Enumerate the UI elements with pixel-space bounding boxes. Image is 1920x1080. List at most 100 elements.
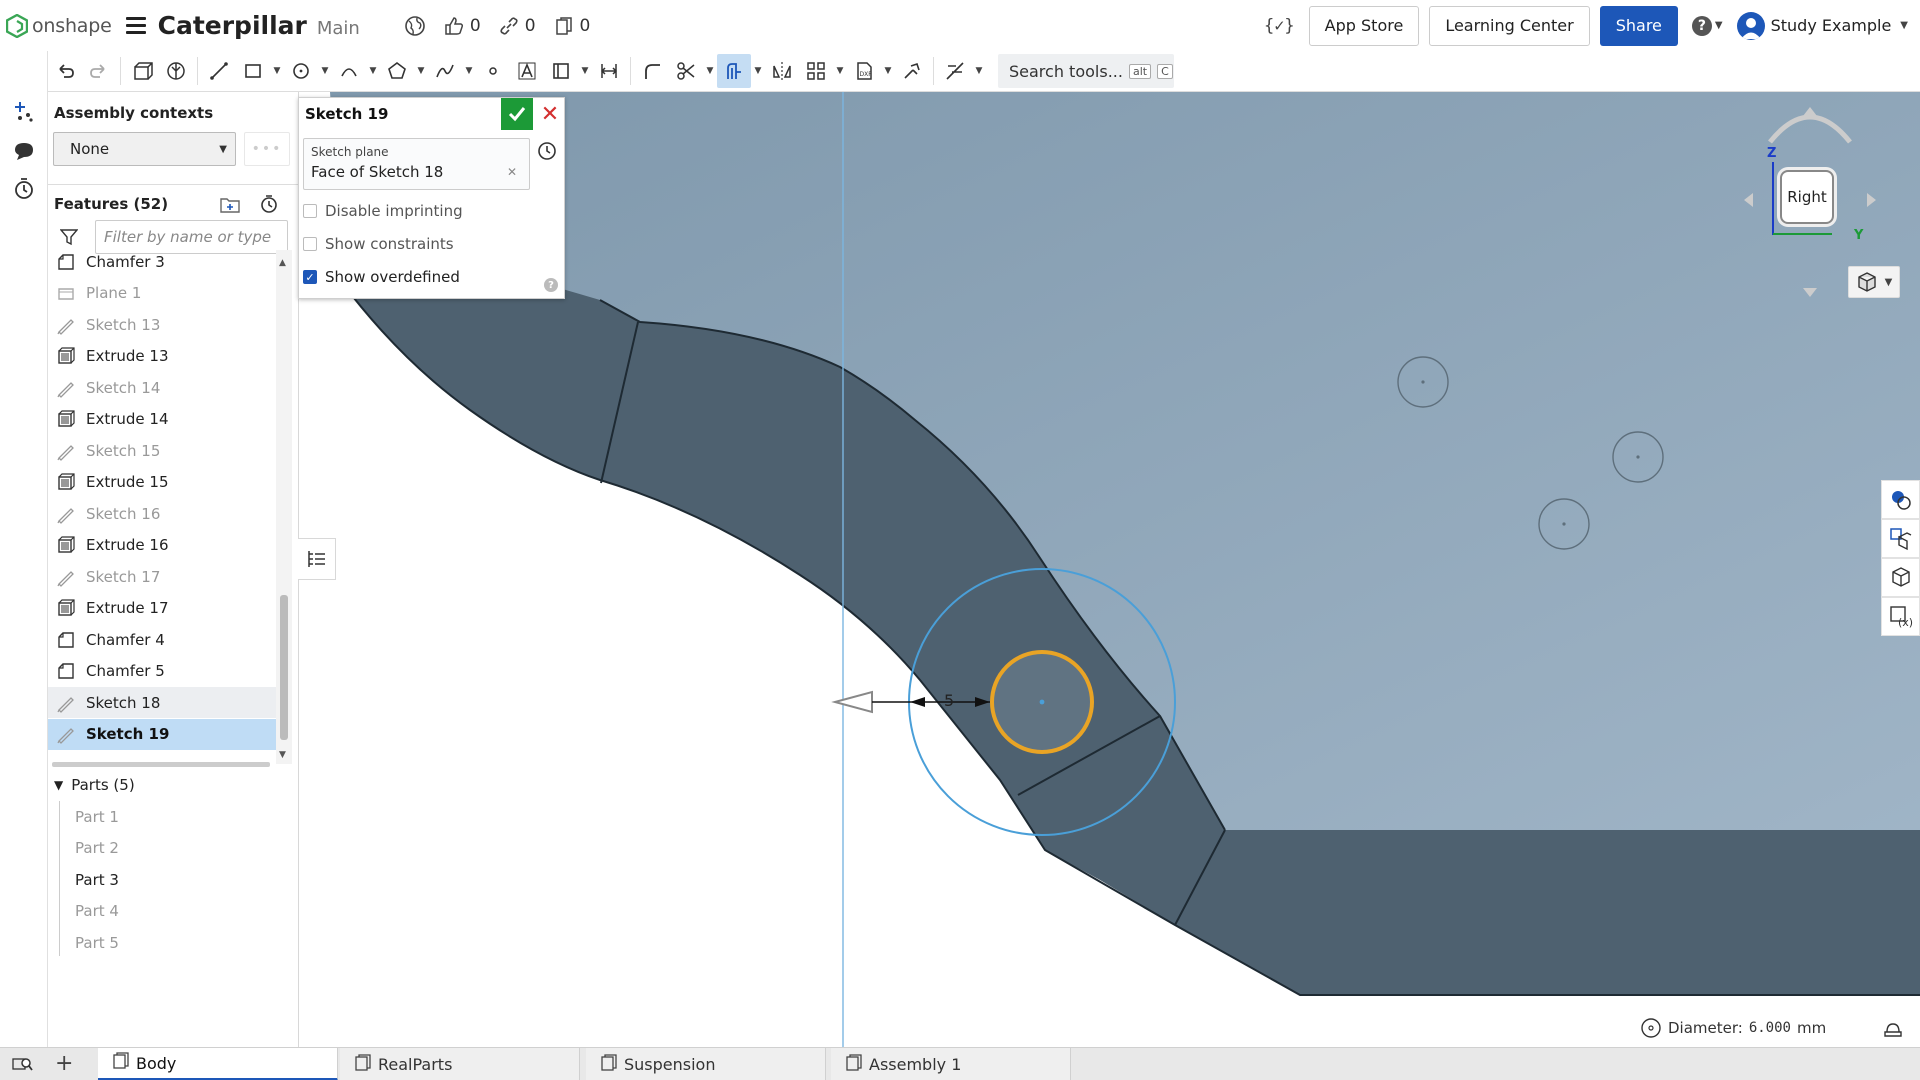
- tab-suspension[interactable]: Suspension: [586, 1048, 826, 1080]
- feature-item[interactable]: Sketch 15: [48, 435, 276, 466]
- feature-item[interactable]: Extrude 15: [48, 467, 276, 498]
- history-icon[interactable]: [12, 177, 36, 201]
- dimension-value[interactable]: 5: [944, 691, 954, 710]
- feature-item[interactable]: Extrude 13: [48, 341, 276, 372]
- clear-icon[interactable]: ✕: [507, 165, 517, 179]
- variables-panel-button[interactable]: (x): [1881, 597, 1920, 636]
- branch-name[interactable]: Main: [317, 18, 360, 39]
- help-menu[interactable]: ? ▼: [1691, 15, 1723, 36]
- pattern-tool-icon[interactable]: [799, 54, 833, 88]
- scroll-thumb[interactable]: [280, 595, 288, 740]
- onshape-logo[interactable]: onshape: [6, 13, 112, 38]
- filter-icon[interactable]: [60, 228, 78, 246]
- text-tool-icon[interactable]: [510, 54, 544, 88]
- feature-item[interactable]: Extrude 14: [48, 404, 276, 435]
- chevron-down-icon[interactable]: ▼: [881, 66, 895, 76]
- chevron-down-icon[interactable]: ▼: [270, 66, 284, 76]
- circle-tool-icon[interactable]: [284, 54, 318, 88]
- learning-center-button[interactable]: Learning Center: [1429, 5, 1590, 46]
- arc-tool-icon[interactable]: [332, 54, 366, 88]
- undo-button[interactable]: [48, 54, 82, 88]
- revolve-tool-icon[interactable]: [159, 54, 193, 88]
- app-store-button[interactable]: App Store: [1308, 5, 1420, 46]
- comment-icon[interactable]: [12, 139, 36, 163]
- chevron-down-icon[interactable]: ▼: [972, 66, 986, 76]
- parts-panel-button[interactable]: [1881, 519, 1920, 558]
- dimension-tool-icon[interactable]: [592, 54, 626, 88]
- insert-icon[interactable]: [12, 99, 36, 123]
- feature-item[interactable]: Sketch 18: [48, 687, 276, 718]
- option-checkbox-row[interactable]: Disable imprinting: [303, 200, 463, 222]
- appearance-panel-button[interactable]: [1881, 480, 1920, 519]
- use-tool-icon[interactable]: [717, 54, 751, 88]
- scroll-up-icon[interactable]: ▲: [279, 258, 286, 268]
- feature-item[interactable]: Extrude 17: [48, 593, 276, 624]
- view-normal-icon[interactable]: [536, 140, 558, 162]
- horizontal-scrollbar[interactable]: [52, 762, 270, 767]
- option-checkbox-row[interactable]: Show constraints: [303, 233, 454, 255]
- feature-item[interactable]: Chamfer 4: [48, 624, 276, 655]
- render-mode-button[interactable]: ▼: [1848, 266, 1900, 298]
- add-folder-icon[interactable]: [219, 194, 241, 214]
- part-item[interactable]: Part 4: [75, 896, 119, 927]
- chevron-down-icon[interactable]: ▼: [703, 66, 717, 76]
- part-item[interactable]: Part 3: [75, 864, 119, 895]
- rectangle-tool-icon[interactable]: [236, 54, 270, 88]
- fillet-tool-icon[interactable]: [635, 54, 669, 88]
- feature-item[interactable]: Sketch 16: [48, 498, 276, 529]
- add-tab-button[interactable]: +: [55, 1051, 73, 1076]
- copies[interactable]: 0: [554, 16, 590, 36]
- extrude-tool-icon[interactable]: [125, 54, 159, 88]
- option-checkbox-row[interactable]: ✓ Show overdefined: [303, 266, 460, 288]
- constraint-tool-icon[interactable]: [938, 54, 972, 88]
- assembly-context-select[interactable]: None ▼: [53, 132, 236, 166]
- part-item[interactable]: Part 5: [75, 927, 119, 958]
- more-options-button[interactable]: •••: [244, 132, 290, 166]
- links[interactable]: 0: [499, 16, 536, 36]
- checkbox[interactable]: [303, 204, 317, 218]
- point-tool-icon[interactable]: [476, 54, 510, 88]
- trim-tool-icon[interactable]: [669, 54, 703, 88]
- transform-tool-icon[interactable]: [895, 54, 929, 88]
- feature-item[interactable]: Chamfer 3: [48, 246, 276, 277]
- search-icon[interactable]: [12, 1054, 34, 1074]
- chevron-down-icon[interactable]: ▼: [414, 66, 428, 76]
- chevron-down-icon[interactable]: ▼: [318, 66, 332, 76]
- tab-realparts[interactable]: RealParts: [340, 1048, 580, 1080]
- part-item[interactable]: Part 2: [75, 833, 119, 864]
- feature-item[interactable]: Sketch 17: [48, 561, 276, 592]
- sketch-plane-field[interactable]: Sketch plane Face of Sketch 18 ✕: [303, 138, 530, 190]
- checkbox[interactable]: [303, 237, 317, 251]
- chevron-down-icon[interactable]: ▼: [751, 66, 765, 76]
- mirror-tool-icon[interactable]: [765, 54, 799, 88]
- help-icon[interactable]: ?: [544, 278, 558, 292]
- checkbox-checked[interactable]: ✓: [303, 270, 317, 284]
- variables-icon[interactable]: {✓}: [1264, 16, 1295, 36]
- view-cube[interactable]: Right: [1780, 170, 1834, 224]
- feature-item[interactable]: Extrude 16: [48, 530, 276, 561]
- document-title[interactable]: Caterpillar: [158, 11, 307, 40]
- share-button[interactable]: Share: [1599, 5, 1678, 46]
- tab-body[interactable]: Body: [98, 1048, 338, 1080]
- construction-tool-icon[interactable]: [544, 54, 578, 88]
- feature-list-scrollbar[interactable]: ▲ ▼: [276, 250, 292, 764]
- close-icon[interactable]: ✕: [534, 98, 566, 130]
- menu-icon[interactable]: [125, 17, 146, 34]
- feature-item[interactable]: Sketch 13: [48, 309, 276, 340]
- feature-list-button[interactable]: [298, 538, 336, 580]
- redo-button[interactable]: [82, 54, 116, 88]
- line-tool-icon[interactable]: [202, 54, 236, 88]
- feature-item[interactable]: Sketch 14: [48, 372, 276, 403]
- spline-tool-icon[interactable]: [428, 54, 462, 88]
- likes[interactable]: 0: [444, 16, 481, 36]
- chevron-down-icon[interactable]: ▼: [462, 66, 476, 76]
- user-menu[interactable]: Study Example ▼: [1736, 11, 1908, 40]
- mass-properties-icon[interactable]: [1882, 1018, 1904, 1038]
- rollback-timer-icon[interactable]: [259, 194, 279, 214]
- accept-button[interactable]: [501, 98, 533, 130]
- chevron-down-icon[interactable]: ▼: [366, 66, 380, 76]
- scroll-down-icon[interactable]: ▼: [279, 750, 286, 760]
- tab-assembly-1[interactable]: Assembly 1: [831, 1048, 1071, 1080]
- polygon-tool-icon[interactable]: [380, 54, 414, 88]
- feature-item[interactable]: Chamfer 5: [48, 656, 276, 687]
